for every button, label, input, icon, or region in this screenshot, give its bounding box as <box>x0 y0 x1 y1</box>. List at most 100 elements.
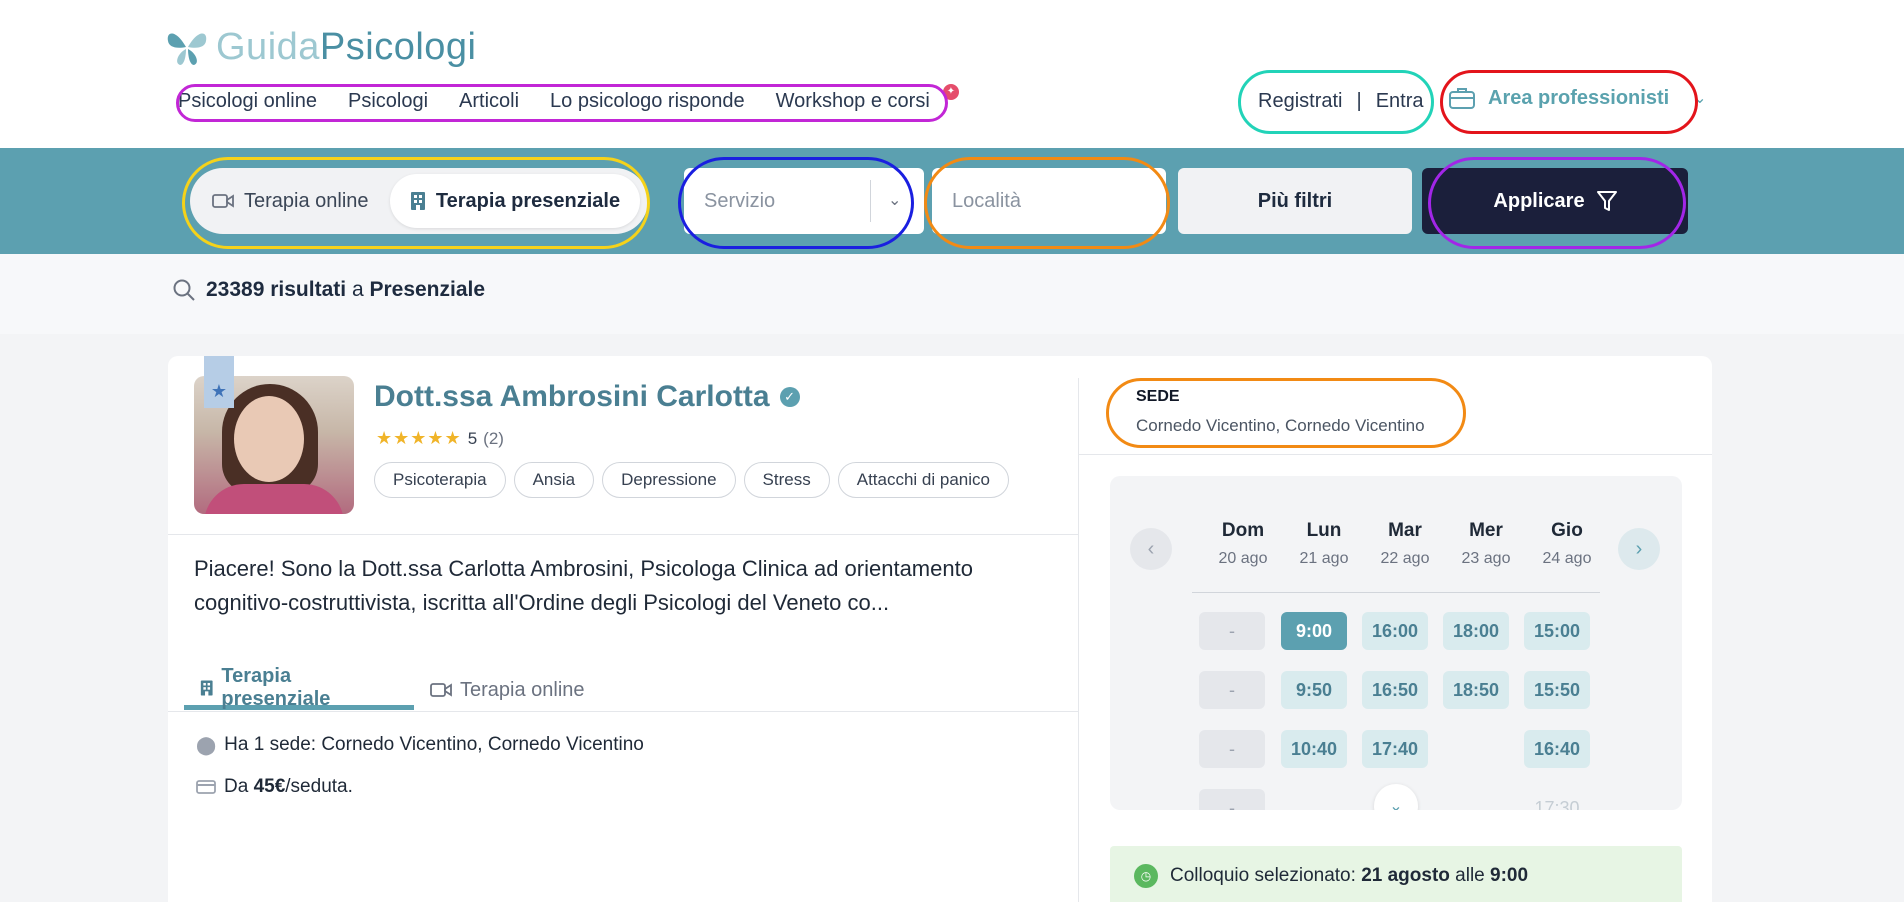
nav-articoli[interactable]: Articoli <box>459 90 519 113</box>
chevron-down-icon[interactable]: ⌄ <box>888 190 901 210</box>
time-slot-selected[interactable]: 9:00 <box>1281 612 1347 650</box>
search-bar: Terapia online Terapia presenziale Servi… <box>0 148 1904 254</box>
card-divider <box>1078 378 1079 902</box>
mode-presenziale-option[interactable]: Terapia presenziale <box>390 174 640 228</box>
divider <box>1079 454 1712 455</box>
location-placeholder: Località <box>952 189 1021 212</box>
divider <box>168 711 1078 712</box>
butterfly-logo-icon <box>167 33 207 65</box>
time-slot[interactable]: 9:50 <box>1281 671 1347 709</box>
mode-online-option[interactable]: Terapia online <box>212 168 369 234</box>
chevron-right-icon[interactable]: › <box>1618 528 1660 570</box>
price-info: Da 45€/seduta. <box>196 776 353 798</box>
login-link[interactable]: Entra <box>1376 90 1424 113</box>
results-summary: 23389 risultati a Presenziale <box>172 278 485 302</box>
time-slot[interactable]: 15:50 <box>1524 671 1590 709</box>
therapy-tabs: Terapia presenziale Terapia online <box>184 665 601 710</box>
rating-value: 5 <box>467 428 478 448</box>
time-slot[interactable]: 18:00 <box>1443 612 1509 650</box>
building-icon <box>200 679 213 696</box>
day-header: Mer 23 ago <box>1461 520 1511 567</box>
results-mode: Presenziale <box>369 278 486 301</box>
service-placeholder: Servizio <box>704 189 776 212</box>
select-divider <box>870 180 871 222</box>
register-link[interactable]: Registrati <box>1258 90 1342 113</box>
logo[interactable]: GuidaPsicologi <box>166 24 476 70</box>
tab-terapia-online[interactable]: Terapia online <box>414 670 601 710</box>
time-slot[interactable]: 17:40 <box>1362 730 1428 768</box>
tag-attacchi-di-panico[interactable]: Attacchi di panico <box>837 462 1009 498</box>
nav-workshop-e-corsi[interactable]: Workshop e corsi <box>776 90 930 113</box>
specialty-tags: Psicoterapia Ansia Depressione Stress At… <box>374 462 1009 498</box>
nav-lo-psicologo-risponde[interactable]: Lo psicologo risponde <box>550 90 745 113</box>
selection-date: 21 agosto <box>1361 865 1450 886</box>
time-slot[interactable]: 17:30 <box>1524 789 1590 811</box>
time-slot[interactable]: 16:50 <box>1362 671 1428 709</box>
selection-mid: alle <box>1455 865 1485 886</box>
chevron-left-icon[interactable]: ‹ <box>1130 528 1172 570</box>
time-slot[interactable]: 15:00 <box>1524 612 1590 650</box>
nav-psicologi[interactable]: Psicologi <box>348 90 428 113</box>
clock-icon: ◷ <box>1134 864 1158 888</box>
tab-presenziale-label: Terapia presenziale <box>221 664 331 710</box>
results-count: 23389 risultati <box>206 278 347 301</box>
day-header: Lun 21 ago <box>1299 520 1349 567</box>
selected-appointment: ◷ Colloquio selezionato: 21 agosto alle … <box>1110 846 1682 902</box>
time-slot-unavailable: - <box>1199 612 1265 650</box>
location-input[interactable]: Località <box>932 168 1166 234</box>
logo-text-guida: Guida <box>216 25 320 68</box>
divider <box>1192 592 1600 593</box>
auth-separator: | <box>1356 90 1362 112</box>
auth-links: Registrati | Entra <box>1258 90 1424 113</box>
location-text: Ha 1 sede: Cornedo Vicentino, Cornedo Vi… <box>224 734 644 755</box>
day-header: Dom 20 ago <box>1218 520 1268 567</box>
building-icon <box>410 192 425 210</box>
more-filters-button[interactable]: Più filtri <box>1178 168 1412 234</box>
psychologist-name[interactable]: Dott.ssa Ambrosini Carlotta ✓ <box>374 380 800 414</box>
day-header: Mar 22 ago <box>1380 520 1430 567</box>
selection-time: 9:00 <box>1490 865 1529 886</box>
verified-check-icon: ✓ <box>779 387 800 407</box>
psychologist-name-text: Dott.ssa Ambrosini Carlotta <box>374 380 770 413</box>
time-slot-unavailable: - <box>1199 789 1265 810</box>
new-badge-icon: ✦ <box>943 84 959 100</box>
tag-psicoterapia[interactable]: Psicoterapia <box>374 462 506 498</box>
tag-stress[interactable]: Stress <box>743 462 830 498</box>
time-slot[interactable]: 16:40 <box>1524 730 1590 768</box>
pro-area-button[interactable]: Area professionisti ⌄ <box>1448 86 1707 110</box>
logo-text-psicologi: Psicologi <box>319 25 477 68</box>
location-info: ⬤ Ha 1 sede: Cornedo Vicentino, Cornedo … <box>196 734 644 756</box>
tag-ansia[interactable]: Ansia <box>513 462 595 498</box>
star-rating-icon: ★★★★★ <box>376 428 462 448</box>
rating-count[interactable]: (2) <box>483 429 504 449</box>
time-slot-unavailable: - <box>1199 730 1265 768</box>
rating: ★★★★★ 5 (2) <box>376 428 504 449</box>
nav-psicologi-online[interactable]: Psicologi online <box>178 90 317 113</box>
service-select[interactable]: Servizio ⌄ <box>684 168 924 234</box>
sede-label: SEDE <box>1136 388 1180 405</box>
video-camera-icon <box>430 683 452 697</box>
search-icon <box>173 279 195 301</box>
time-slot[interactable]: 18:50 <box>1443 671 1509 709</box>
tab-terapia-presenziale[interactable]: Terapia presenziale <box>184 665 414 710</box>
apply-button[interactable]: Applicare <box>1422 168 1688 234</box>
price-prefix: Da <box>224 776 249 797</box>
tag-depressione[interactable]: Depressione <box>602 462 736 498</box>
video-camera-icon <box>212 194 234 208</box>
therapy-mode-toggle: Terapia online Terapia presenziale <box>190 168 648 234</box>
bio-text: Piacere! Sono la Dott.ssa Carlotta Ambro… <box>194 556 973 615</box>
day-header: Gio 24 ago <box>1542 520 1592 567</box>
pro-area-label: Area professionisti <box>1488 86 1670 109</box>
credit-card-icon <box>196 780 216 794</box>
main-nav: Psicologi online Psicologi Articoli Lo p… <box>178 90 930 113</box>
selection-prefix: Colloquio selezionato: <box>1170 865 1356 886</box>
sede-value[interactable]: Cornedo Vicentino, Cornedo Vicentino <box>1136 416 1425 436</box>
appointment-calendar: ‹ › Dom 20 ago Lun 21 ago Mar 22 ago Mer… <box>1110 476 1682 810</box>
apply-label: Applicare <box>1493 189 1585 212</box>
filter-icon <box>1596 191 1617 211</box>
time-slot[interactable]: 16:00 <box>1362 612 1428 650</box>
results-preposition: a <box>351 278 364 301</box>
show-more-chevron-icon[interactable]: ⌄ <box>1374 784 1418 810</box>
time-slot[interactable]: 10:40 <box>1281 730 1347 768</box>
price-amount: 45€ <box>253 776 286 797</box>
